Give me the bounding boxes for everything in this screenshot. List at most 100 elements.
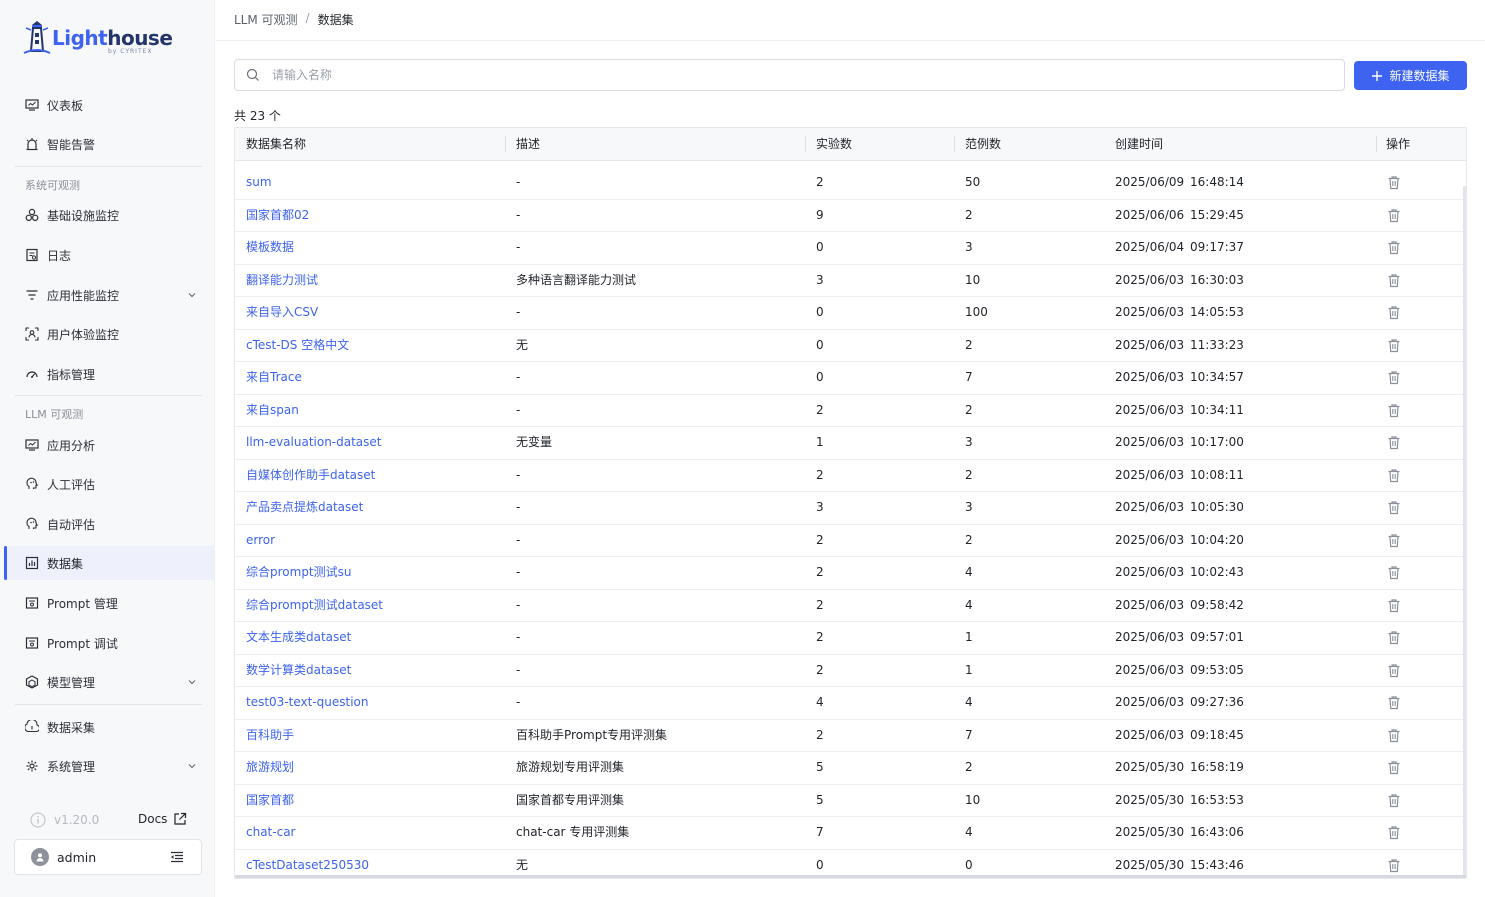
column-divider [505, 136, 506, 152]
example-count: 7 [965, 370, 973, 384]
example-count: 3 [965, 435, 973, 449]
example-count: 2 [965, 337, 973, 352]
nav-metrics[interactable]: 指标管理 [4, 357, 214, 391]
user-menu[interactable]: admin [14, 839, 202, 875]
dataset-name-link[interactable]: 来自Trace [246, 362, 302, 394]
table-row: 自媒体创作助手dataset - 2 2 2025/06/03 10:08:11 [235, 460, 1466, 492]
table-row: cTest-DS 空格中文 无 0 2 2025/06/03 11:33:23 [235, 330, 1466, 362]
dataset-name-link[interactable]: 来自span [246, 395, 299, 427]
delete-icon[interactable] [1387, 825, 1401, 843]
vertical-scrollbar[interactable] [1463, 186, 1466, 876]
delete-icon[interactable] [1387, 598, 1401, 616]
dataset-name-link[interactable]: 翻译能力测试 [246, 265, 318, 297]
delete-icon[interactable] [1387, 728, 1401, 746]
breadcrumb-parent[interactable]: LLM 可观测 [234, 11, 298, 28]
nav-prompt-mgmt[interactable]: Prompt 管理 [4, 586, 214, 620]
col-name[interactable]: 数据集名称 [246, 128, 306, 160]
dataset-name-link[interactable]: 模板数据 [246, 232, 294, 264]
delete-icon[interactable] [1387, 305, 1401, 323]
col-desc[interactable]: 描述 [516, 128, 540, 160]
delete-icon[interactable] [1387, 338, 1401, 356]
table-row: error - 2 2 2025/06/03 10:04:20 [235, 525, 1466, 557]
experiment-count: 5 [816, 792, 824, 807]
created-date: 2025/06/03 [1115, 305, 1185, 319]
nav-app-analysis[interactable]: 应用分析 [4, 428, 214, 462]
column-divider [805, 136, 806, 152]
dataset-name-link[interactable]: 文本生成类dataset [246, 622, 351, 654]
collapse-sidebar-icon[interactable] [170, 851, 184, 866]
nav-human-eval[interactable]: 人工评估 [4, 467, 214, 501]
nav-alerts-label: 智能告警 [47, 137, 96, 152]
delete-icon[interactable] [1387, 500, 1401, 518]
delete-icon[interactable] [1387, 533, 1401, 551]
dataset-name-link[interactable]: error [246, 525, 275, 557]
delete-icon[interactable] [1387, 435, 1401, 453]
nav-rum[interactable]: 用户体验监控 [4, 317, 214, 351]
delete-icon[interactable] [1387, 240, 1401, 258]
nav-prompt-debug[interactable]: Prompt 调试 [4, 626, 214, 660]
dataset-name-link[interactable]: cTest-DS 空格中文 [246, 330, 349, 362]
delete-icon[interactable] [1387, 468, 1401, 486]
dataset-name-link[interactable]: 国家首都 [246, 785, 294, 817]
table-body: sum -2 50 2025/06/09 16:48:14 国家首都02-9 2 2025/0… [235, 167, 1466, 878]
dataset-name-link[interactable]: 综合prompt测试dataset [246, 590, 383, 622]
nav-model-mgmt[interactable]: 模型管理 [4, 665, 214, 699]
nav-data-collect[interactable]: 数据采集 [4, 710, 214, 744]
docs-link[interactable]: Docs [138, 812, 187, 826]
nav-alerts[interactable]: 智能告警 [4, 127, 214, 161]
nav-metrics-label: 指标管理 [47, 367, 96, 382]
horizontal-scrollbar[interactable] [235, 875, 1466, 878]
search-box[interactable] [234, 59, 1345, 91]
dataset-name-link[interactable]: 产品卖点提炼dataset [246, 492, 363, 524]
example-count: 2 [965, 760, 973, 774]
created-date: 2025/06/03 [1115, 662, 1185, 677]
dataset-name-link[interactable]: 旅游规划 [246, 752, 294, 784]
delete-icon[interactable] [1387, 760, 1401, 778]
created-time: 11:33:23 [1190, 337, 1244, 352]
nav-infra[interactable]: 基础设施监控 [4, 198, 214, 232]
search-input[interactable] [270, 67, 1274, 83]
delete-icon[interactable] [1387, 858, 1401, 876]
created-date: 2025/06/03 [1115, 727, 1185, 742]
table-row: test03-text-question - 4 4 2025/06/03 09:27:3… [235, 687, 1466, 720]
dataset-name-link[interactable]: 自媒体创作助手dataset [246, 460, 375, 492]
nav-sys-mgmt[interactable]: 系统管理 [4, 749, 214, 783]
created-date: 2025/06/04 [1115, 240, 1185, 254]
dataset-name-link[interactable]: chat-car [246, 817, 295, 849]
nav-datasets[interactable]: 数据集 [4, 546, 214, 580]
created-date: 2025/06/03 [1115, 565, 1185, 579]
col-experiments[interactable]: 实验数 [816, 128, 852, 160]
nav-auto-eval[interactable]: 自动评估 [4, 507, 214, 541]
dataset-description: 多种语言翻译能力测试 [516, 272, 637, 287]
new-dataset-button[interactable]: 新建数据集 [1354, 61, 1467, 90]
dataset-name-link[interactable]: 百科助手 [246, 720, 294, 752]
dataset-name-link[interactable]: llm-evaluation-dataset [246, 427, 382, 459]
delete-icon[interactable] [1387, 175, 1401, 193]
dataset-name-link[interactable]: 数学计算类dataset [246, 655, 351, 687]
dataset-name-link[interactable]: 国家首都02 [246, 200, 309, 232]
delete-icon[interactable] [1387, 208, 1401, 226]
delete-icon[interactable] [1387, 273, 1401, 291]
nav-apm[interactable]: 应用性能监控 [4, 278, 214, 312]
nav-dashboard[interactable]: 仪表板 [4, 88, 214, 122]
logo[interactable]: Lighthouse by CYRITEX [22, 18, 173, 58]
dataset-name-link[interactable]: sum [246, 167, 272, 199]
col-created[interactable]: 创建时间 [1115, 128, 1163, 160]
table-header: 数据集名称 描述 实验数 范例数 创建时间 操作 [235, 128, 1466, 161]
delete-icon[interactable] [1387, 630, 1401, 648]
prompt-icon [25, 596, 39, 610]
sidebar-divider [15, 166, 202, 167]
delete-icon[interactable] [1387, 695, 1401, 713]
delete-icon[interactable] [1387, 565, 1401, 583]
col-examples[interactable]: 范例数 [965, 128, 1001, 160]
dataset-name-link[interactable]: 综合prompt测试su [246, 557, 352, 589]
delete-icon[interactable] [1387, 403, 1401, 421]
sidebar-divider [15, 704, 202, 705]
dataset-name-link[interactable]: test03-text-question [246, 687, 369, 719]
delete-icon[interactable] [1387, 793, 1401, 811]
dataset-name-link[interactable]: 来自导入CSV [246, 297, 318, 329]
nav-logs[interactable]: 日志 [4, 238, 214, 272]
table-row: 产品卖点提炼dataset - 3 3 2025/06/03 10:05:30 [235, 492, 1466, 525]
delete-icon[interactable] [1387, 663, 1401, 681]
delete-icon[interactable] [1387, 370, 1401, 388]
